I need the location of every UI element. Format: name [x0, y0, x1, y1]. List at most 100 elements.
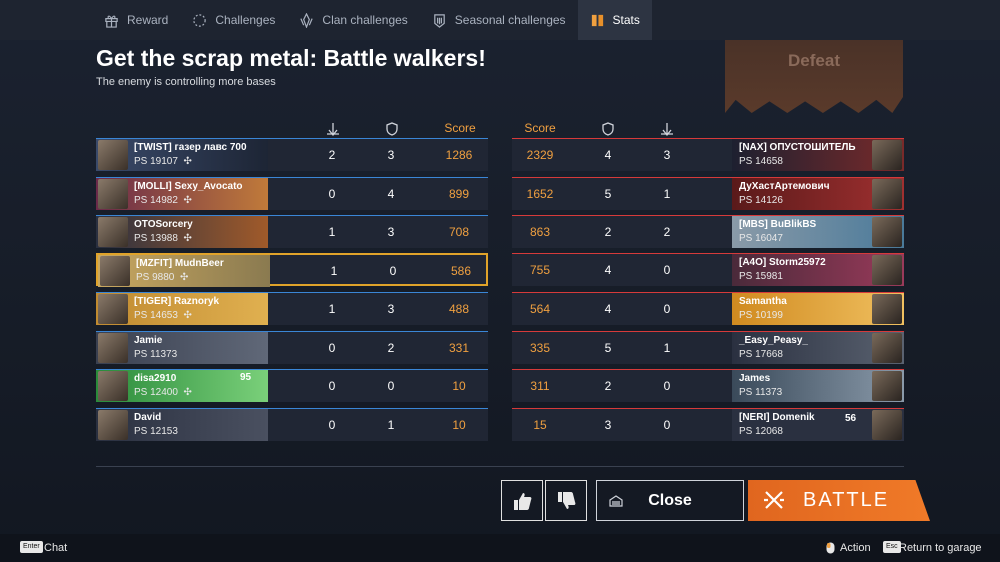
defense-value: 3 [604, 418, 612, 432]
close-button[interactable]: Close [596, 480, 744, 521]
score-value: 2329 [526, 148, 554, 162]
squad-icon: ✣ [179, 272, 189, 283]
enter-key: Enter [20, 541, 43, 553]
defense-value: 1 [387, 418, 395, 432]
avatar [98, 294, 128, 324]
avatar [872, 410, 902, 440]
clan-icon [300, 12, 314, 28]
captures-value: 0 [328, 418, 336, 432]
avatar [98, 410, 128, 440]
enemy-row[interactable]: 335 5 1 _Easy_Peasy_ PS 17668 [512, 331, 904, 364]
captures-value: 1 [663, 187, 671, 201]
captures-value: 1 [328, 225, 336, 239]
defense-value: 2 [387, 341, 395, 355]
capture-icon [661, 123, 673, 136]
defense-value: 5 [604, 187, 612, 201]
captures-value: 0 [663, 302, 671, 316]
avatar [98, 217, 128, 247]
tab-seasonal-challenges-label: Seasonal challenges [454, 13, 566, 27]
ally-row[interactable]: [MZFIT] MudnBeer PS 9880 ✣ 1 0 586 [96, 253, 488, 287]
mouse-icon [826, 542, 835, 554]
score-value: 564 [529, 302, 551, 316]
tab-seasonal-challenges[interactable]: Seasonal challenges [420, 0, 578, 40]
ally-row[interactable]: David PS 12153 0 1 10 [96, 408, 488, 441]
ally-row[interactable]: [TWIST] газер лавс 700 PS 19107 ✣ 2 3 12… [96, 138, 488, 171]
level-badge: 95 [240, 372, 252, 383]
seasonal-icon [434, 13, 445, 28]
tab-clan-challenges[interactable]: Clan challenges [287, 0, 419, 40]
avatar [872, 294, 902, 324]
enemy-row[interactable]: 15 3 0 [NERI] Domenik PS 12068 56 [512, 408, 904, 441]
capture-icon [327, 123, 339, 136]
avatar [872, 140, 902, 170]
score-value: 863 [529, 225, 551, 239]
page-title: Get the scrap metal: Battle walkers! [96, 45, 486, 71]
enemy-row[interactable]: 1652 5 1 ДуХастАртемович PS 14126 [512, 177, 904, 210]
avatar [100, 256, 130, 286]
player-power-score: PS 12153 [134, 426, 178, 437]
avatar [872, 333, 902, 363]
avatar [98, 140, 128, 170]
enemy-row[interactable]: 755 4 0 [A4O] Storm25972 PS 15981 [512, 253, 904, 286]
tab-reward[interactable]: Reward [92, 0, 180, 40]
player-name: Jamie [134, 335, 163, 346]
captures-value: 1 [330, 264, 338, 278]
captures-value: 0 [663, 418, 671, 432]
battle-button[interactable]: BATTLE [748, 480, 930, 521]
shield-icon [602, 122, 614, 136]
ally-row[interactable]: disa2910 PS 12400 ✣ 95 0 0 10 [96, 369, 488, 402]
player-power-score: PS 10199 [739, 310, 783, 321]
player-power-score: PS 12400 ✣ [134, 387, 192, 398]
score-value: 899 [448, 187, 470, 201]
battle-icon [764, 491, 784, 509]
player-power-score: PS 14126 [739, 195, 783, 206]
ally-score-header: Score [444, 121, 476, 135]
score-value: 1286 [445, 148, 473, 162]
player-name: OTOSorcery [134, 219, 193, 230]
score-value: 331 [448, 341, 470, 355]
enemy-row[interactable]: 863 2 2 [MBS] BuBlikBS PS 16047 [512, 215, 904, 248]
chat-hint[interactable]: Chat [44, 542, 67, 554]
score-value: 10 [452, 418, 466, 432]
player-name: [A4O] Storm25972 [739, 257, 826, 268]
defense-value: 0 [389, 264, 397, 278]
tab-challenges[interactable]: Challenges [180, 0, 287, 40]
player-power-score: PS 17668 [739, 349, 783, 360]
score-value: 586 [450, 264, 472, 278]
ally-row[interactable]: [MOLLI] Sexy_Avocato PS 14982 ✣ 0 4 899 [96, 177, 488, 210]
defense-value: 5 [604, 341, 612, 355]
defense-value: 3 [387, 148, 395, 162]
defense-value: 0 [387, 379, 395, 393]
player-name: [MOLLI] Sexy_Avocato [134, 181, 243, 192]
enemy-row[interactable]: 564 4 0 Samantha PS 10199 [512, 292, 904, 325]
ally-row[interactable]: OTOSorcery PS 13988 ✣ 1 3 708 [96, 215, 488, 248]
tab-reward-label: Reward [127, 13, 169, 27]
enemy-row[interactable]: 311 2 0 James PS 11373 [512, 369, 904, 402]
player-name: disa2910 [134, 373, 177, 384]
player-power-score: PS 16047 [739, 233, 783, 244]
captures-value: 1 [328, 302, 336, 316]
action-hint[interactable]: Action [840, 542, 871, 554]
player-power-score: PS 14658 [739, 156, 783, 167]
squad-icon: ✣ [183, 387, 192, 398]
enemy-row[interactable]: 2329 4 3 [NAX] ОПУСТОШИТЕЛЬ PS 14658 [512, 138, 904, 171]
defense-value: 2 [604, 225, 612, 239]
return-to-garage-hint[interactable]: Return to garage [899, 542, 982, 554]
tab-stats-label: Stats [612, 13, 640, 27]
ally-row[interactable]: Jamie PS 11373 0 2 331 [96, 331, 488, 364]
score-value: 10 [452, 379, 466, 393]
tab-clan-challenges-label: Clan challenges [322, 13, 408, 27]
enemy-score-header: Score [524, 121, 556, 135]
score-value: 1652 [526, 187, 554, 201]
challenge-icon [193, 13, 207, 27]
dislike-button[interactable] [545, 480, 587, 521]
defense-value: 4 [604, 148, 612, 162]
player-power-score: PS 15981 [739, 271, 783, 282]
like-button[interactable] [501, 480, 543, 521]
tab-challenges-label: Challenges [215, 13, 276, 27]
tab-stats[interactable]: Stats [577, 0, 652, 40]
ally-row[interactable]: [TIGER] Raznoryk PS 14653 ✣ 1 3 488 [96, 292, 488, 325]
divider [96, 466, 904, 467]
player-name: [NERI] Domenik [739, 412, 815, 423]
player-name: _Easy_Peasy_ [739, 335, 808, 346]
